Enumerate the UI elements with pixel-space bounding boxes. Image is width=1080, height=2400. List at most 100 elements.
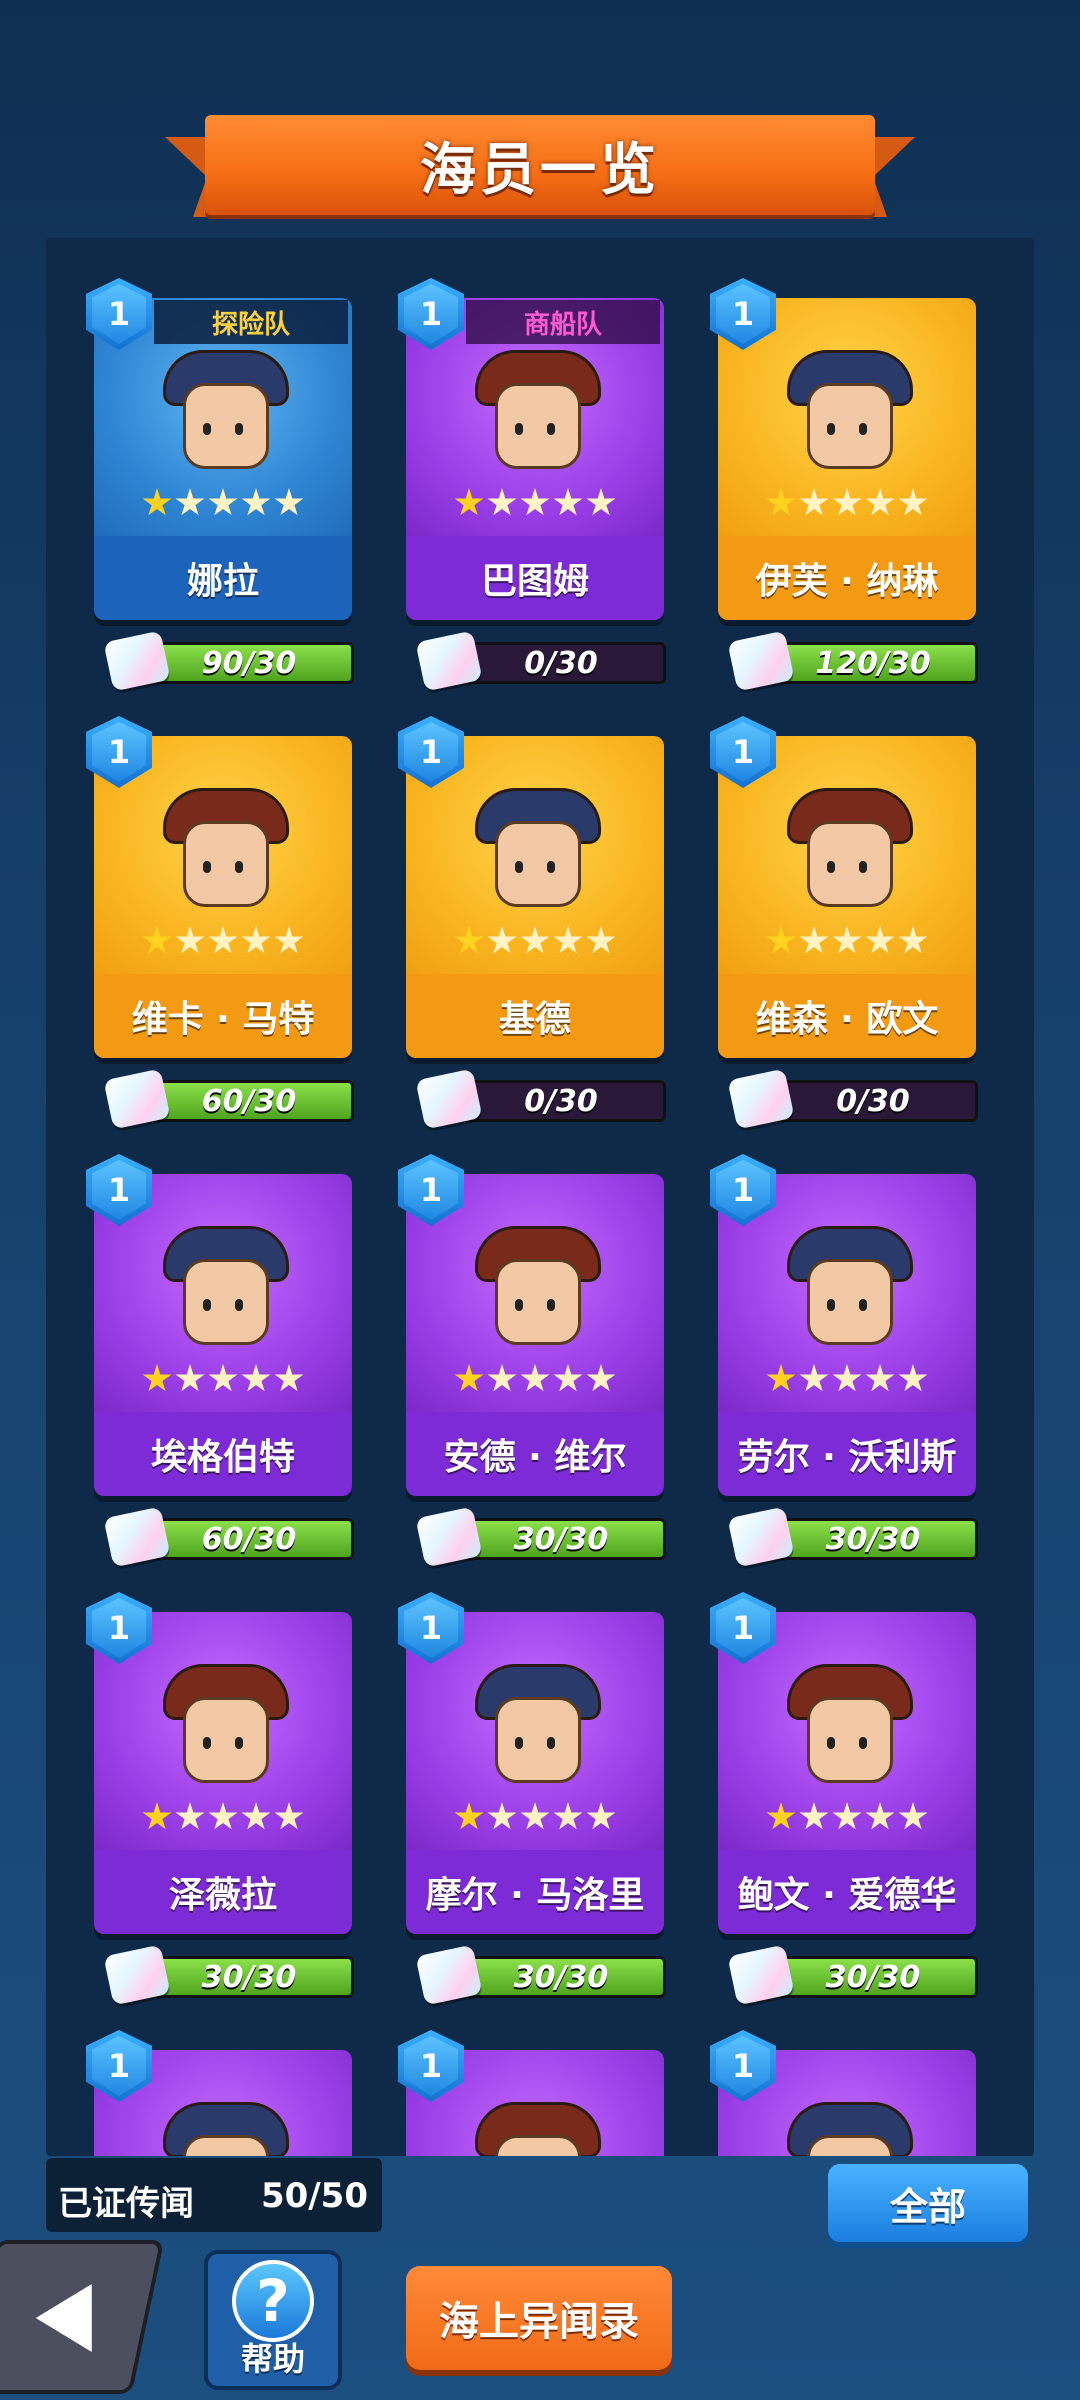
crew-name: 娜拉 (94, 536, 352, 620)
crew-portrait (772, 776, 922, 926)
crew-card-frame: 探险队娜拉 (94, 298, 352, 620)
star-icon (274, 488, 304, 516)
crew-team-tag: 探险队 (154, 300, 348, 344)
face-icon (495, 2135, 581, 2156)
star-icon (208, 926, 238, 954)
crew-card[interactable]: 维卡 · 马特 1 60/30 (86, 716, 354, 1130)
star-icon (553, 488, 583, 516)
star-icon (586, 488, 616, 516)
crew-card[interactable]: 维森 · 欧文 1 0/30 (710, 716, 978, 1130)
crew-card[interactable]: 摩尔 · 马洛里 1 30/30 (398, 1592, 666, 2006)
star-icon (766, 926, 796, 954)
crew-level: 1 (731, 1609, 755, 1647)
star-icon (865, 1364, 895, 1392)
progress-track: 60/30 (144, 1080, 354, 1122)
star-icon (142, 488, 172, 516)
crew-name: 基德 (406, 974, 664, 1058)
progress-track: 0/30 (768, 1080, 978, 1122)
star-icon (766, 488, 796, 516)
crew-name: 泽薇拉 (94, 1850, 352, 1934)
crew-card[interactable]: 商船队 巴图姆 1 0/30 (398, 278, 666, 692)
star-icon (898, 1364, 928, 1392)
crew-portrait (772, 2090, 922, 2156)
star-icon (586, 1364, 616, 1392)
crew-portrait (460, 338, 610, 488)
star-icon (175, 926, 205, 954)
crew-level: 1 (419, 733, 443, 771)
star-icon (832, 1364, 862, 1392)
crew-card[interactable]: 探险队 娜拉 1 90/30 (86, 278, 354, 692)
progress-track: 60/30 (144, 1518, 354, 1560)
star-icon (865, 926, 895, 954)
crew-card-frame: 鲍文 · 爱德华 (718, 1612, 976, 1934)
shard-count: 30/30 (825, 1521, 921, 1557)
shard-count: 30/30 (825, 1959, 921, 1995)
star-icon (175, 1802, 205, 1830)
crew-star-rating (718, 1364, 976, 1394)
star-icon (142, 1364, 172, 1392)
crew-star-rating (94, 1364, 352, 1394)
crew-star-rating (406, 1802, 664, 1832)
star-icon (175, 488, 205, 516)
progress-track: 30/30 (456, 1518, 666, 1560)
crew-star-rating (94, 488, 352, 518)
crew-portrait (460, 1214, 610, 1364)
crew-card[interactable]: 劳尔 · 沃利斯 1 30/30 (710, 1154, 978, 1568)
progress-track: 30/30 (456, 1956, 666, 1998)
star-icon (487, 1364, 517, 1392)
star-icon (520, 926, 550, 954)
filter-all-button[interactable]: 全部 (828, 2164, 1028, 2242)
crew-card[interactable]: 鲍文 · 爱德华 1 30/30 (710, 1592, 978, 2006)
crew-card-frame: 埃格伯特 (94, 1174, 352, 1496)
crew-card[interactable]: 泽薇拉 1 30/30 (86, 1592, 354, 2006)
shard-progress: 60/30 (103, 1506, 354, 1568)
crew-name: 伊芙 · 纳琳 (718, 536, 976, 620)
star-icon (175, 1364, 205, 1392)
shard-count: 30/30 (513, 1959, 609, 1995)
progress-track: 120/30 (768, 642, 978, 684)
crew-star-rating (406, 926, 664, 956)
crew-level: 1 (731, 733, 755, 771)
crew-portrait (460, 2090, 610, 2156)
sea-records-button[interactable]: 海上异闻录 (406, 2266, 672, 2370)
crew-card[interactable]: 基德 1 0/30 (398, 716, 666, 1130)
crew-level: 1 (107, 1171, 131, 1209)
crew-card-frame: 商船队 巴图姆 (406, 298, 664, 620)
crew-card[interactable]: 伊芙 · 纳琳 1 120/30 (710, 278, 978, 692)
crew-card[interactable]: 1 (398, 2030, 664, 2156)
crew-card-frame: 泽薇拉 (94, 1612, 352, 1934)
eyes-icon (515, 1299, 555, 1311)
star-icon (241, 926, 271, 954)
crew-portrait (460, 1652, 610, 1802)
crew-card[interactable]: 1 (710, 2030, 976, 2156)
star-icon (865, 488, 895, 516)
crew-list-panel[interactable]: 探险队 娜拉 1 90/30 商船队 巴图姆 1 0/30 伊芙 · 纳琳 1 120/30 维卡 ·… (46, 238, 1034, 2156)
help-button[interactable]: ? 帮助 (204, 2250, 342, 2390)
eyes-icon (203, 423, 243, 435)
crew-star-rating (718, 488, 976, 518)
face-icon (183, 2135, 269, 2156)
crew-portrait (772, 1214, 922, 1364)
star-icon (208, 1802, 238, 1830)
crew-level: 1 (107, 295, 131, 333)
crew-card[interactable]: 1 (86, 2030, 352, 2156)
star-icon (766, 1802, 796, 1830)
back-arrow-icon (35, 2284, 92, 2352)
crew-level: 1 (107, 1609, 131, 1647)
shard-progress: 30/30 (727, 1506, 978, 1568)
eyes-icon (515, 423, 555, 435)
star-icon (865, 1802, 895, 1830)
crew-card[interactable]: 埃格伯特 1 60/30 (86, 1154, 354, 1568)
shard-progress: 0/30 (415, 1068, 666, 1130)
progress-track: 30/30 (768, 1518, 978, 1560)
crew-portrait (148, 2090, 298, 2156)
crew-card[interactable]: 安德 · 维尔 1 30/30 (398, 1154, 666, 1568)
star-icon (553, 926, 583, 954)
shard-count: 90/30 (201, 645, 297, 681)
crew-level: 1 (419, 295, 443, 333)
star-icon (487, 488, 517, 516)
progress-track: 0/30 (456, 642, 666, 684)
crew-name: 摩尔 · 马洛里 (406, 1850, 664, 1934)
crew-star-rating (406, 1364, 664, 1394)
eyes-icon (515, 1737, 555, 1749)
